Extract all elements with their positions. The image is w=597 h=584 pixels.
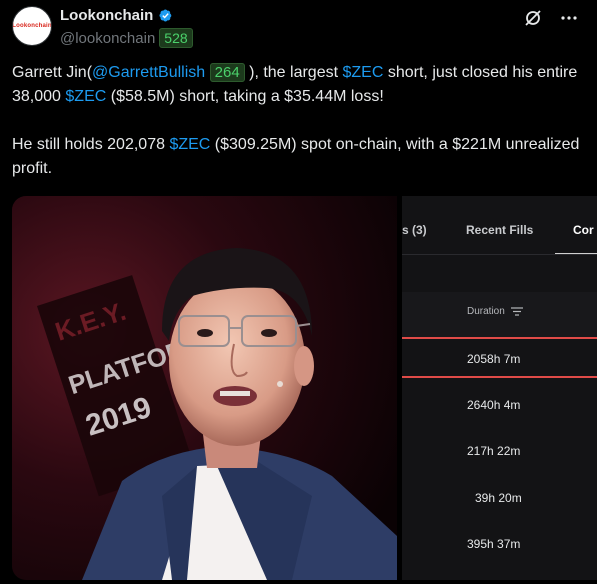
duration-cell: 217h 22m [467, 444, 521, 458]
sort-icon[interactable] [510, 307, 523, 316]
duration-cell: 39h 20m [475, 491, 522, 505]
grok-icon[interactable] [523, 8, 543, 28]
tweet-photo[interactable]: K.E.Y. PLATFORM 2019 [12, 196, 397, 580]
table-header: Duration [402, 292, 597, 337]
tweet-paragraph-2: He still holds 202,078 $ZEC ($309.25M) s… [12, 133, 587, 181]
text-span: ($58.5M) short, taking a $35.44M loss! [106, 88, 384, 105]
display-name[interactable]: Lookonchain [60, 7, 153, 24]
cashtag-link[interactable]: $ZEC [65, 88, 106, 105]
handle-row: @lookonchain 528 [60, 28, 193, 48]
tweet-actions [523, 8, 579, 28]
table-row[interactable]: 2640h 4m [402, 384, 597, 430]
tab-recent-fills[interactable]: Recent Fills [466, 223, 533, 237]
avatar-logo-text: Lookonchain [12, 23, 52, 29]
text-span: He still holds 202,078 [12, 136, 170, 153]
tabs-divider [402, 254, 597, 255]
duration-cell: 395h 37m [467, 537, 521, 551]
trading-panel-screenshot: s (3) Recent Fills Cor Duration 2058h 7m… [402, 196, 597, 580]
avatar[interactable]: Lookonchain [12, 6, 52, 46]
mention-link[interactable]: @GarrettBullish [92, 64, 205, 81]
text-span: ), the largest [244, 64, 343, 81]
cashtag-link[interactable]: $ZEC [343, 64, 384, 81]
duration-cell: 2058h 7m [467, 352, 521, 366]
duration-cell: 2640h 4m [467, 398, 521, 412]
table-row[interactable]: 395h 37m [402, 523, 597, 569]
mention-badge: 264 [209, 63, 245, 82]
portrait-image: K.E.Y. PLATFORM 2019 [12, 196, 397, 580]
panel-tabs: s (3) Recent Fills Cor [402, 196, 597, 255]
cashtag-link[interactable]: $ZEC [169, 136, 210, 153]
row-divider-red [402, 376, 597, 378]
more-icon[interactable] [559, 8, 579, 28]
verified-badge-icon [159, 9, 172, 22]
tweet-text: Garrett Jin(@GarrettBullish 264 ), the l… [12, 61, 587, 181]
tab-completed[interactable]: Cor [573, 223, 594, 237]
tab-positions[interactable]: s (3) [402, 223, 427, 237]
handle[interactable]: @lookonchain [60, 30, 155, 47]
column-header-duration[interactable]: Duration [467, 306, 523, 317]
table-row[interactable]: 217h 22m [402, 430, 597, 476]
table-row[interactable]: 39h 20m [402, 477, 597, 523]
handle-badge: 528 [159, 28, 193, 48]
column-header-label: Duration [467, 306, 505, 317]
author-name-row: Lookonchain [60, 7, 174, 24]
tweet-paragraph-1: Garrett Jin(@GarrettBullish 264 ), the l… [12, 61, 587, 109]
text-span: Garrett Jin( [12, 64, 93, 81]
